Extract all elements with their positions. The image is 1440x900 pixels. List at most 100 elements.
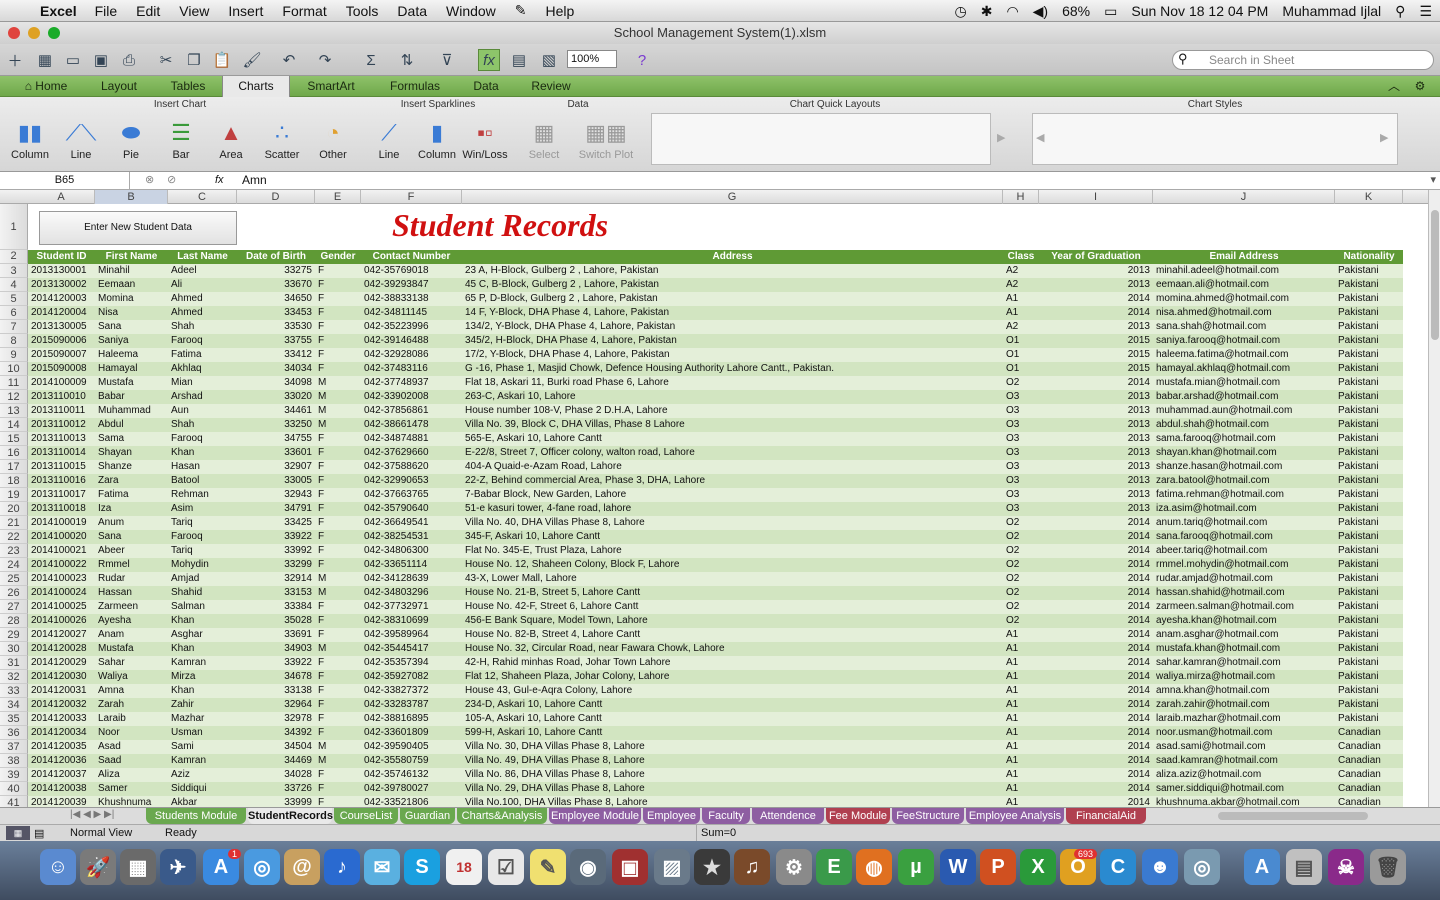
- table-cell[interactable]: 042-36649541: [364, 516, 462, 530]
- table-cell[interactable]: Pakistani: [1338, 264, 1403, 278]
- table-cell[interactable]: 2014120032: [31, 698, 95, 712]
- table-cell[interactable]: Anum: [98, 516, 168, 530]
- table-cell[interactable]: shanze.hasan@hotmail.com: [1156, 460, 1335, 474]
- column-header-b[interactable]: B: [95, 190, 168, 204]
- table-cell[interactable]: 23 A, H-Block, Gulberg 2 , Lahore, Pakis…: [465, 264, 1003, 278]
- table-cell[interactable]: O3: [1006, 418, 1039, 432]
- table-cell[interactable]: Pakistani: [1338, 432, 1403, 446]
- table-cell[interactable]: 33601: [240, 446, 315, 460]
- table-cell[interactable]: Khan: [171, 446, 237, 460]
- table-cell[interactable]: Akhlaq: [171, 362, 237, 376]
- table-cell[interactable]: 2014120004: [31, 306, 95, 320]
- column-header-i[interactable]: I: [1039, 190, 1153, 204]
- table-cell[interactable]: Pakistani: [1338, 292, 1403, 306]
- table-cell[interactable]: 32978: [240, 712, 315, 726]
- menu-tools[interactable]: Tools: [346, 3, 379, 19]
- table-cell[interactable]: Pakistani: [1338, 488, 1403, 502]
- applications-folder-icon[interactable]: A: [1244, 849, 1280, 885]
- table-cell[interactable]: Pakistani: [1338, 516, 1403, 530]
- table-cell[interactable]: Noor: [98, 726, 168, 740]
- table-cell[interactable]: 34461: [240, 404, 315, 418]
- table-cell[interactable]: Momina: [98, 292, 168, 306]
- table-cell[interactable]: Villa No. 86, DHA Villas Phase 8, Lahore: [465, 768, 1003, 782]
- table-cell[interactable]: 042-39146488: [364, 334, 462, 348]
- table-cell[interactable]: Shanze: [98, 460, 168, 474]
- table-cell[interactable]: A1: [1006, 670, 1039, 684]
- system-icon[interactable]: ▦: [120, 849, 156, 885]
- table-cell[interactable]: zarah.zahir@hotmail.com: [1156, 698, 1335, 712]
- row-header[interactable]: 3: [0, 264, 28, 278]
- table-cell[interactable]: Asim: [171, 502, 237, 516]
- gallery-icon[interactable]: ▤: [508, 49, 530, 71]
- table-cell[interactable]: 2014: [1042, 782, 1153, 796]
- table-cell[interactable]: F: [318, 656, 361, 670]
- table-cell[interactable]: 042-33651114: [364, 558, 462, 572]
- table-cell[interactable]: 2014: [1042, 712, 1153, 726]
- row-header[interactable]: 30: [0, 642, 28, 656]
- table-cell[interactable]: 42-H, Rahid minhas Road, Johar Town Laho…: [465, 656, 1003, 670]
- table-cell[interactable]: Sami: [171, 740, 237, 754]
- table-cell[interactable]: 33299: [240, 558, 315, 572]
- table-cell[interactable]: F: [318, 264, 361, 278]
- table-cell[interactable]: 33992: [240, 544, 315, 558]
- table-cell[interactable]: 042-37856861: [364, 404, 462, 418]
- table-cell[interactable]: rudar.amjad@hotmail.com: [1156, 572, 1335, 586]
- table-cell[interactable]: 2014: [1042, 530, 1153, 544]
- ribbon-settings-icon[interactable]: ⚙: [1406, 76, 1434, 97]
- table-cell[interactable]: A2: [1006, 320, 1039, 334]
- table-cell[interactable]: 599-H, Askari 10, Lahore Cantt: [465, 726, 1003, 740]
- table-cell[interactable]: Zahir: [171, 698, 237, 712]
- templates-icon[interactable]: ▦: [34, 49, 56, 71]
- sheet-tab[interactable]: Faculty: [702, 808, 750, 824]
- table-cell[interactable]: 042-35927082: [364, 670, 462, 684]
- calendar-icon[interactable]: 18: [446, 849, 482, 885]
- table-cell[interactable]: 042-33601809: [364, 726, 462, 740]
- horizontal-scroll-thumb[interactable]: [1218, 812, 1368, 820]
- table-cell[interactable]: 33530: [240, 320, 315, 334]
- table-cell[interactable]: Canadian: [1338, 796, 1403, 807]
- evernote-icon[interactable]: E: [816, 849, 852, 885]
- messages-icon[interactable]: ✉: [364, 849, 400, 885]
- table-cell[interactable]: Khan: [171, 684, 237, 698]
- table-cell[interactable]: 34791: [240, 502, 315, 516]
- row-header[interactable]: 40: [0, 782, 28, 796]
- table-cell[interactable]: 2014120035: [31, 740, 95, 754]
- table-cell[interactable]: mustafa.khan@hotmail.com: [1156, 642, 1335, 656]
- column-header-g[interactable]: G: [462, 190, 1003, 204]
- table-cell[interactable]: 042-33827372: [364, 684, 462, 698]
- row-header[interactable]: 19: [0, 488, 28, 502]
- table-cell[interactable]: A1: [1006, 642, 1039, 656]
- area-chart-button[interactable]: ▲ Area: [208, 117, 254, 161]
- table-cell[interactable]: 2014100025: [31, 600, 95, 614]
- table-cell[interactable]: 43-X, Lower Mall, Lahore: [465, 572, 1003, 586]
- table-cell[interactable]: Pakistani: [1338, 418, 1403, 432]
- table-cell[interactable]: Pakistani: [1338, 320, 1403, 334]
- table-cell[interactable]: 33726: [240, 782, 315, 796]
- table-cell[interactable]: 105-A, Askari 10, Lahore Cantt: [465, 712, 1003, 726]
- table-cell[interactable]: A2: [1006, 278, 1039, 292]
- table-cell[interactable]: House 43, Gul-e-Aqra Colony, Lahore: [465, 684, 1003, 698]
- row-header[interactable]: 21: [0, 516, 28, 530]
- table-cell[interactable]: 2014100019: [31, 516, 95, 530]
- table-cell[interactable]: 2014120038: [31, 782, 95, 796]
- table-cell[interactable]: Pakistani: [1338, 362, 1403, 376]
- table-cell[interactable]: Pakistani: [1338, 334, 1403, 348]
- table-cell[interactable]: F: [318, 712, 361, 726]
- table-cell[interactable]: O1: [1006, 334, 1039, 348]
- name-box[interactable]: B65: [0, 172, 130, 189]
- column-header-f[interactable]: F: [361, 190, 462, 204]
- table-cell[interactable]: 33691: [240, 628, 315, 642]
- menu-help[interactable]: Help: [546, 3, 575, 19]
- table-cell[interactable]: 32943: [240, 488, 315, 502]
- user-name[interactable]: Muhammad Ijlal: [1282, 3, 1381, 19]
- table-cell[interactable]: F: [318, 516, 361, 530]
- notification-icon[interactable]: ☰: [1419, 3, 1432, 20]
- table-cell[interactable]: 34903: [240, 642, 315, 656]
- table-cell[interactable]: Villa No. 29, DHA Villas Phase 8, Lahore: [465, 782, 1003, 796]
- table-cell[interactable]: 33755: [240, 334, 315, 348]
- table-cell[interactable]: Pakistani: [1338, 376, 1403, 390]
- table-cell[interactable]: Akbar: [171, 796, 237, 807]
- table-cell[interactable]: Mohydin: [171, 558, 237, 572]
- table-cell[interactable]: Aliza: [98, 768, 168, 782]
- table-cell[interactable]: Zara: [98, 474, 168, 488]
